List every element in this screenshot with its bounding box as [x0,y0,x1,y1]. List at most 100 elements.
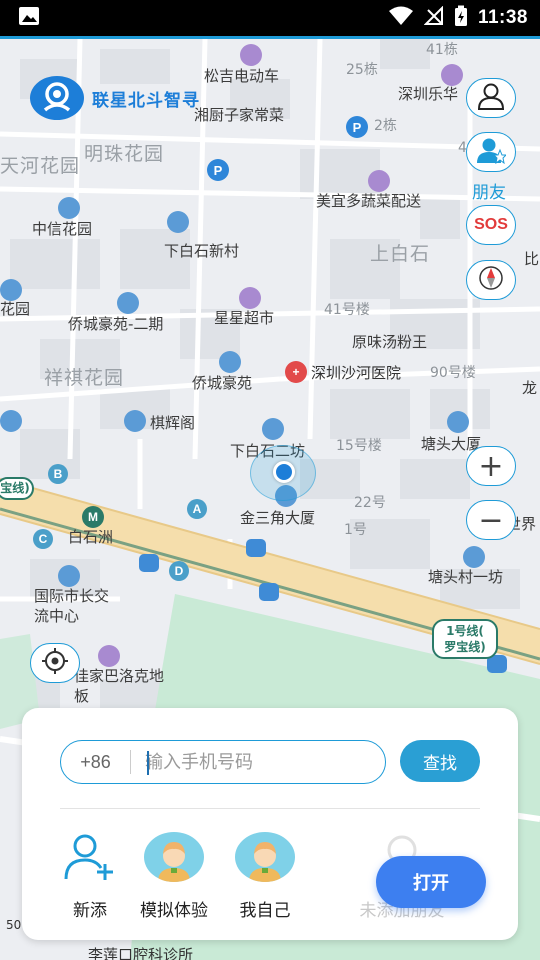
map-label: 上白石 [370,243,431,265]
friend-search-panel: +86 查找 新添 模拟体验 我自己 未添加朋友 打开 [22,708,518,940]
bus-stop-icon[interactable] [139,554,159,572]
supermarket-poi-icon[interactable] [239,287,261,309]
location-pin-logo-icon [30,76,84,120]
friends-button[interactable] [466,132,516,172]
add-friend-tile[interactable]: 新添 [50,832,130,921]
map-label: 比 [524,250,540,268]
friends-label: 朋友 [472,183,506,203]
locate-me-button[interactable] [30,643,80,683]
building-poi-icon[interactable] [124,410,146,432]
text-cursor [147,751,149,775]
find-button[interactable]: 查找 [400,740,480,782]
map-label: 塘头村一坊 [428,568,504,586]
map-scale: 50 [6,918,22,932]
friend-icon [476,136,508,168]
map-label: 明珠花园 [84,143,165,165]
map-label: 松吉电动车 [204,67,280,85]
header-accent-line [0,36,540,39]
image-icon [18,6,40,30]
map-label: 2栋 [374,118,397,134]
map-label: 湘厨子家常菜 [194,106,285,124]
shop-poi-icon[interactable] [240,44,262,66]
avatar-icon [235,832,295,882]
map-label: 花园 [0,300,31,318]
demo-tile[interactable]: 模拟体验 [134,832,214,921]
app-title: 联星北斗智寻 [92,90,200,111]
minus-icon: − [478,502,504,538]
map-label: 金三角大厦 [240,509,316,527]
add-user-icon [59,832,121,882]
map-label: 下白石新村 [164,242,240,260]
shop-poi-icon[interactable] [98,645,120,667]
map-label: 原味汤粉王 [352,333,428,351]
plus-icon: + [478,448,504,484]
metro-exit-c-icon[interactable]: C [33,529,53,549]
building-poi-icon[interactable] [167,211,189,233]
profile-button[interactable] [466,78,516,118]
zoom-in-button[interactable]: + [466,446,516,486]
wifi-icon [388,6,414,31]
clock: 11:38 [477,7,528,28]
battery-charging-icon [454,5,468,32]
map-label: 国际市长交流中心 [34,587,110,625]
metro-exit-b-icon[interactable]: B [48,464,68,484]
open-button[interactable]: 打开 [376,856,486,908]
building-poi-icon[interactable] [447,411,469,433]
bus-stop-icon[interactable] [246,539,266,557]
sos-label: SOS [474,216,508,233]
map-label: 佳家巴洛克地板 [74,667,165,705]
map-label: 侨城豪苑-二期 [68,315,164,333]
user-icon [476,82,506,114]
map-label: 侨城豪苑 [192,374,253,392]
parking-icon[interactable]: P [346,116,368,138]
app-logo: 联星北斗智寻 [30,76,200,120]
building-poi-icon[interactable] [58,197,80,219]
tile-label: 新添 [73,901,107,921]
tile-label: 我自己 [239,901,291,921]
shop-poi-icon[interactable] [368,170,390,192]
map-label: 15号楼 [336,438,382,454]
map-label: 22号 [354,495,386,511]
status-bar: 11:38 [0,0,540,36]
map-label: 深圳乐华 [398,85,459,103]
crosshair-icon [41,647,69,679]
parking-icon[interactable]: P [207,159,229,181]
map-label: 90号楼 [430,365,476,381]
compass-icon [477,264,505,296]
bus-stop-icon[interactable] [259,583,279,601]
map-label: 25栋 [346,62,378,78]
myself-tile[interactable]: 我自己 [225,832,305,921]
metro-exit-d-icon[interactable]: D [169,561,189,581]
country-code[interactable]: +86 [61,750,131,774]
hospital-icon[interactable]: + [285,361,307,383]
map-label: 41号楼 [324,302,370,318]
building-poi-icon[interactable] [0,410,22,432]
map-label: 深圳沙河医院 [311,364,402,382]
building-poi-icon[interactable] [58,565,80,587]
building-poi-icon[interactable] [219,351,241,373]
phone-input[interactable] [131,751,385,773]
metro-line-badge: 宝线) [0,477,34,500]
metro-station-icon[interactable]: M [82,506,104,528]
tile-label: 模拟体验 [140,901,208,921]
map-label: 中信花园 [32,220,93,238]
metro-exit-a-icon[interactable]: A [187,499,207,519]
no-signal-icon [423,5,444,31]
metro-line-badge: 1号线(罗宝线) [432,619,498,659]
map-label: 龙 [522,379,538,397]
map-label: 星星超市 [214,309,275,327]
building-poi-icon[interactable] [117,292,139,314]
map-label: 美宜多蔬菜配送 [316,192,422,210]
map-label: 41栋 [426,42,458,58]
sos-button[interactable]: SOS [466,205,516,245]
phone-field[interactable]: +86 [60,740,386,784]
zoom-out-button[interactable]: − [466,500,516,540]
building-poi-icon[interactable] [463,546,485,568]
building-poi-icon[interactable] [262,418,284,440]
map-label: 1号 [344,522,367,538]
current-location-dot[interactable] [273,461,295,483]
map-label: 白石洲 [68,528,114,546]
compass-button[interactable] [466,260,516,300]
map-label: 棋辉阁 [150,414,196,432]
map-label: 李莲口腔科诊所 [88,946,194,960]
